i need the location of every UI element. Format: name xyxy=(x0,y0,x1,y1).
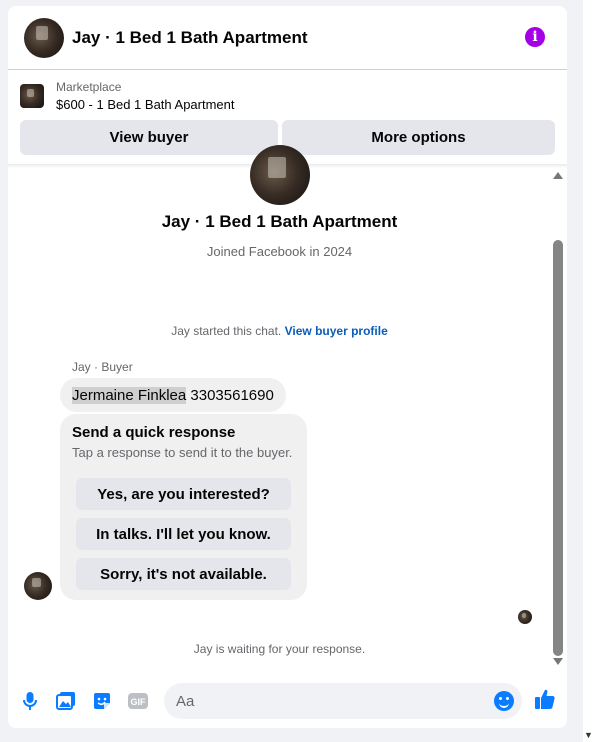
scroll-up-arrow-icon[interactable] xyxy=(553,172,563,179)
quick-response-not-available-button[interactable]: Sorry, it's not available. xyxy=(76,558,291,590)
chat-card: Jay · 1 Bed 1 Bath Apartment i Marketpla… xyxy=(8,6,567,728)
profile-avatar[interactable] xyxy=(250,145,310,205)
photo-icon[interactable] xyxy=(55,690,77,712)
view-buyer-profile-link[interactable]: View buyer profile xyxy=(285,324,388,338)
system-text: Jay started this chat. xyxy=(171,324,282,338)
message-input[interactable]: Aa xyxy=(164,683,522,719)
message-text: 3303561690 xyxy=(190,386,274,404)
scroll-thumb[interactable] xyxy=(553,240,563,656)
listing-text: Marketplace $600 - 1 Bed 1 Bath Apartmen… xyxy=(56,78,235,114)
listing-kicker: Marketplace xyxy=(56,80,122,94)
buyer-avatar[interactable] xyxy=(24,572,52,600)
profile-joined: Joined Facebook in 2024 xyxy=(206,244,353,259)
listing-summary[interactable]: Marketplace $600 - 1 Bed 1 Bath Apartmen… xyxy=(20,78,235,114)
info-icon[interactable]: i xyxy=(525,27,545,47)
sender-label: Jay · Buyer xyxy=(72,360,133,374)
thumbs-up-icon[interactable] xyxy=(534,688,556,710)
header-avatar[interactable] xyxy=(24,18,64,58)
quick-response-subtitle: Tap a response to send it to the buyer. xyxy=(72,445,293,460)
listing-thumbnail xyxy=(20,84,44,108)
waiting-status: Jay is waiting for your response. xyxy=(193,642,366,656)
scroll-down-arrow-icon[interactable] xyxy=(553,658,563,665)
sticker-icon[interactable] xyxy=(91,690,113,712)
messenger-window: Jay · 1 Bed 1 Bath Apartment i Marketpla… xyxy=(0,0,595,742)
header-divider xyxy=(8,69,567,70)
system-message: Jay started this chat. View buyer profil… xyxy=(8,324,551,338)
emoji-icon[interactable] xyxy=(494,691,514,711)
listing-title: $600 - 1 Bed 1 Bath Apartment xyxy=(56,97,235,112)
seen-receipt-avatar xyxy=(518,610,532,624)
message-input-placeholder: Aa xyxy=(176,692,195,710)
gif-icon[interactable]: GIF xyxy=(127,690,149,712)
header-title[interactable]: Jay · 1 Bed 1 Bath Apartment xyxy=(72,28,308,48)
page-scroll-down-arrow-icon[interactable]: ▼ xyxy=(584,730,593,740)
view-buyer-button[interactable]: View buyer xyxy=(20,120,278,155)
microphone-icon[interactable] xyxy=(19,690,41,712)
quick-response-card: Send a quick response Tap a response to … xyxy=(60,414,307,600)
scrollbar[interactable] xyxy=(551,172,565,672)
composer: GIF Aa xyxy=(8,678,567,722)
quick-response-yes-button[interactable]: Yes, are you interested? xyxy=(76,478,291,510)
page-scroll-rail xyxy=(583,0,595,742)
quick-response-in-talks-button[interactable]: In talks. I'll let you know. xyxy=(76,518,291,550)
chat-header: Jay · 1 Bed 1 Bath Apartment i xyxy=(8,6,567,70)
quick-response-title: Send a quick response xyxy=(72,424,236,441)
profile-name: Jay · 1 Bed 1 Bath Apartment xyxy=(161,212,398,231)
highlighted-text: Jermaine Finklea xyxy=(72,386,187,404)
message-bubble[interactable]: Jermaine Finklea 3303561690 xyxy=(60,378,286,412)
more-options-button[interactable]: More options xyxy=(282,120,555,155)
gif-label: GIF xyxy=(131,697,147,707)
